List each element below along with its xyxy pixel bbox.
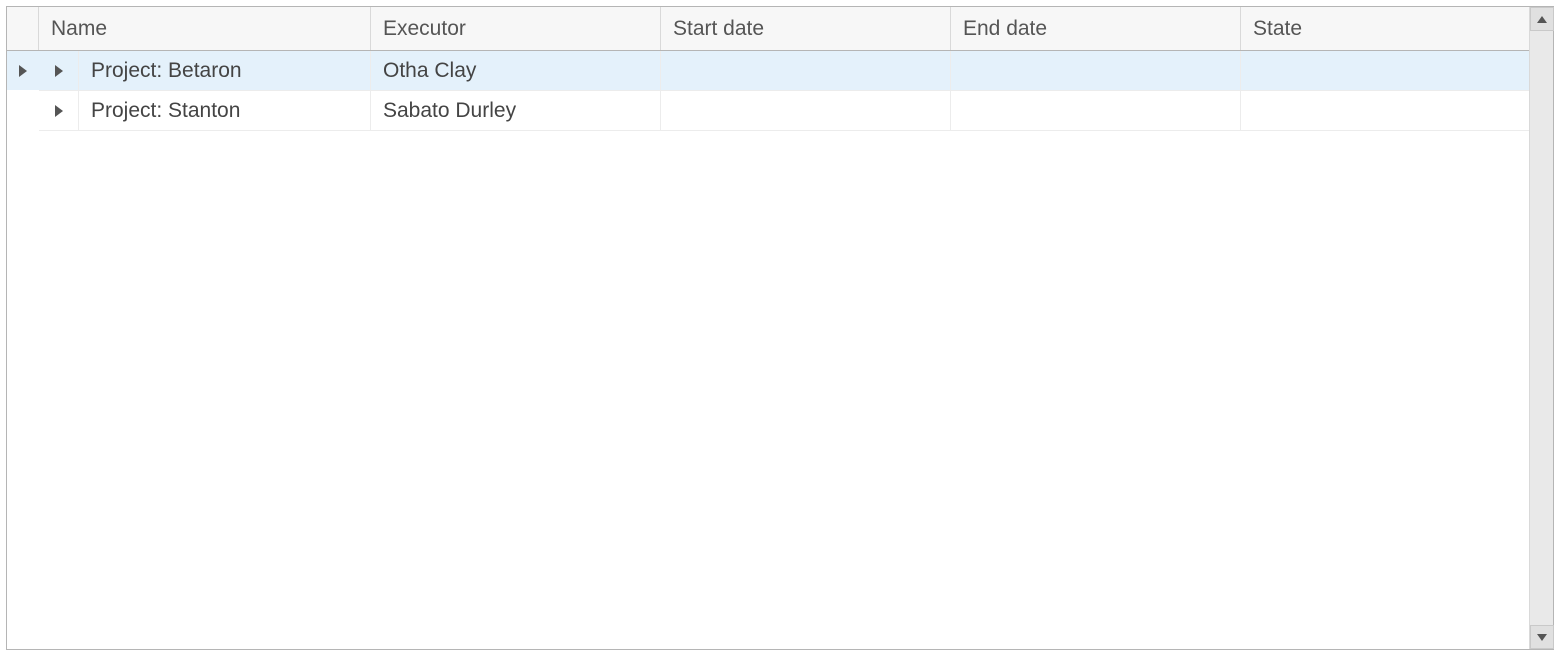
- header-start-date[interactable]: Start date: [661, 7, 951, 50]
- header-state[interactable]: State: [1241, 7, 1529, 50]
- cell-end-date[interactable]: [951, 91, 1241, 131]
- cell-state[interactable]: [1241, 51, 1529, 91]
- grid-body: Project: Betaron Otha Clay Project: Stan…: [7, 51, 1529, 649]
- expand-toggle[interactable]: [39, 91, 79, 131]
- chevron-right-icon: [55, 65, 63, 77]
- expand-toggle[interactable]: [39, 51, 79, 91]
- cell-start-date[interactable]: [661, 51, 951, 91]
- cell-name[interactable]: Project: Stanton: [79, 91, 371, 131]
- header-name[interactable]: Name: [39, 7, 371, 50]
- cell-name[interactable]: Project: Betaron: [79, 51, 371, 91]
- current-row-icon: [19, 65, 27, 77]
- cell-executor[interactable]: Sabato Durley: [371, 91, 661, 131]
- grid-header: Name Executor Start date End date State: [7, 7, 1529, 51]
- cell-end-date[interactable]: [951, 51, 1241, 91]
- vertical-scrollbar[interactable]: [1529, 7, 1553, 649]
- scroll-up-button[interactable]: [1530, 7, 1554, 31]
- cell-executor[interactable]: Otha Clay: [371, 51, 661, 91]
- row-indicator: [7, 91, 39, 131]
- arrow-up-icon: [1537, 16, 1547, 23]
- header-executor[interactable]: Executor: [371, 7, 661, 50]
- cell-state[interactable]: [1241, 91, 1529, 131]
- cell-start-date[interactable]: [661, 91, 951, 131]
- scroll-down-button[interactable]: [1530, 625, 1554, 649]
- grid-main: Name Executor Start date End date State …: [7, 7, 1529, 649]
- header-indicator[interactable]: [7, 7, 39, 50]
- table-row[interactable]: Project: Stanton Sabato Durley: [7, 91, 1529, 131]
- arrow-down-icon: [1537, 634, 1547, 641]
- table-row[interactable]: Project: Betaron Otha Clay: [7, 51, 1529, 91]
- chevron-right-icon: [55, 105, 63, 117]
- row-indicator: [7, 51, 39, 91]
- header-end-date[interactable]: End date: [951, 7, 1241, 50]
- tree-grid: Name Executor Start date End date State …: [6, 6, 1554, 650]
